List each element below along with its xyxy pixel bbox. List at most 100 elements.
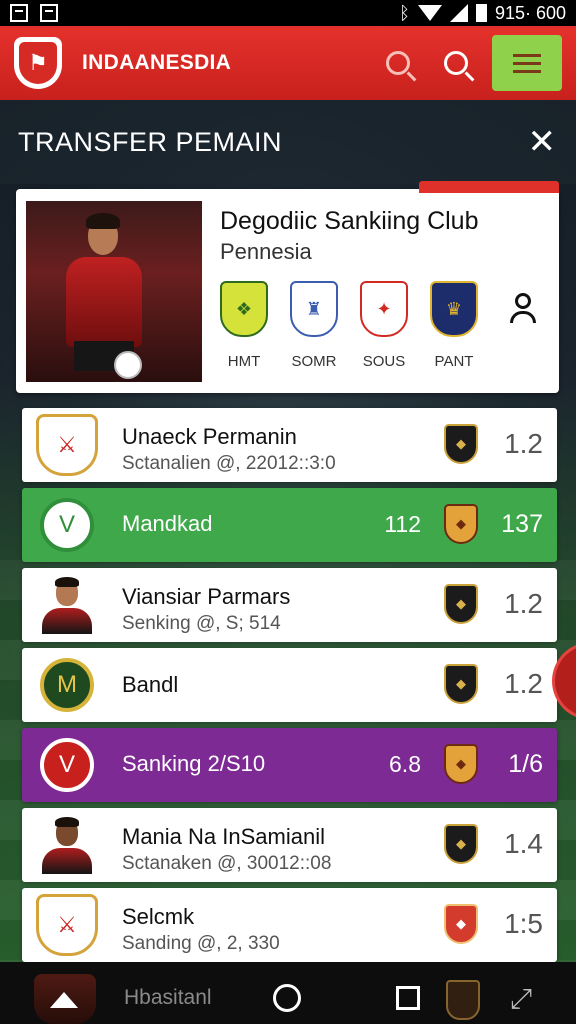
transfer-list: ⚔ Unaeck Permanin Sctanalien @, 22012::3… xyxy=(22,408,557,968)
search-icon xyxy=(444,51,468,75)
mail-notification-icon xyxy=(40,4,58,22)
app-header: ⚑ INDAANESDIA xyxy=(0,26,576,100)
crest-label: SOUS xyxy=(362,353,406,370)
row-title: Bandl xyxy=(122,672,179,697)
avatar-hair xyxy=(55,577,79,587)
row-title: Unaeck Permanin xyxy=(122,424,297,449)
recents-button[interactable] xyxy=(396,986,420,1010)
crest-label: HMT xyxy=(227,353,261,370)
back-icon[interactable] xyxy=(50,992,78,1008)
crest-somr[interactable]: ♜ SOMR xyxy=(290,281,338,370)
battery-icon xyxy=(475,4,487,22)
avatar: V xyxy=(34,736,100,794)
avatar-body xyxy=(42,848,92,874)
list-item[interactable]: V Mandkad 112 ◆ 137 xyxy=(22,488,557,562)
avatar: ⚔ xyxy=(34,414,100,476)
shield-crest-icon: ❖ xyxy=(220,281,268,337)
club-badge-icon: V xyxy=(40,738,94,792)
user-icon[interactable] xyxy=(508,293,538,323)
crest-label: SOMR xyxy=(291,353,337,370)
player-avatar xyxy=(34,576,100,634)
crest-label: PANT xyxy=(434,353,474,370)
row-subtitle: Senking @, S; 514 xyxy=(122,613,281,634)
advanced-search-button[interactable] xyxy=(434,41,478,85)
player-hair xyxy=(86,213,120,229)
row-value: 1.2 xyxy=(504,668,543,699)
team-crest-icon: ◆ xyxy=(444,584,478,624)
avatar: ⚔ xyxy=(34,894,100,956)
app-logo[interactable]: ⚑ xyxy=(14,37,62,89)
avatar: M xyxy=(34,656,100,714)
hamburger-icon-bar xyxy=(513,53,541,57)
row-title: Sanking 2/S10 xyxy=(122,751,266,776)
team-crest-icon: ◆ xyxy=(444,824,478,864)
list-item[interactable]: Mania Na InSamianil Sctanaken @, 30012::… xyxy=(22,808,557,882)
list-item[interactable]: ⚔ Selcmk Sanding @, 2, 330 ◆ 1:5 xyxy=(22,888,557,962)
row-title: Selcmk xyxy=(122,904,195,929)
status-system: ᛒ 915· 600 xyxy=(399,3,566,24)
team-crest-icon: ◆ xyxy=(444,744,478,784)
eagle-crest-icon: ✦ xyxy=(360,281,408,337)
team-crest-icon: ◆ xyxy=(444,904,478,944)
castle-crest-icon: ♜ xyxy=(290,281,338,337)
row-mid-value: 112 xyxy=(384,511,421,537)
player-photo xyxy=(26,201,202,382)
row-value: 1/6 xyxy=(508,750,543,778)
player-jersey xyxy=(66,257,142,347)
row-value: 1.2 xyxy=(504,588,543,619)
club-badge-icon: V xyxy=(40,498,94,552)
club-card[interactable]: Degodiic Sankiing Club Pennesia ❖ HMT ♜ … xyxy=(16,181,559,393)
row-subtitle: Sctanaken @, 30012::08 xyxy=(122,853,332,874)
close-icon[interactable]: ✕ xyxy=(528,125,557,159)
avatar: V xyxy=(34,496,100,554)
club-subtitle: Pennesia xyxy=(220,239,312,264)
avatar-hair xyxy=(55,817,79,827)
team-crest-icon xyxy=(446,980,480,1020)
row-title: Viansiar Parmars xyxy=(122,584,291,609)
search-button[interactable] xyxy=(376,41,420,85)
bottom-nav-label: Hbasitanl xyxy=(124,986,212,1009)
user-icon-body xyxy=(510,311,536,323)
home-button[interactable] xyxy=(273,984,301,1012)
football-icon xyxy=(114,351,142,379)
row-title: Mania Na InSamianil xyxy=(122,824,325,849)
list-item[interactable]: ⚔ Unaeck Permanin Sctanalien @, 22012::3… xyxy=(22,408,557,482)
row-subtitle: Sanding @, 2, 330 xyxy=(122,933,280,954)
image-notification-icon xyxy=(10,4,28,22)
club-badge-icon: ⚔ xyxy=(36,894,98,956)
row-title: Mandkad xyxy=(122,511,213,536)
crest-hmt[interactable]: ❖ HMT xyxy=(220,281,268,370)
list-item[interactable]: Viansiar Parmars Senking @, S; 514 ◆ 1.2 xyxy=(22,568,557,642)
row-value: 1.4 xyxy=(504,828,543,859)
signal-icon xyxy=(449,4,468,22)
expand-icon[interactable]: ⤢ xyxy=(506,984,536,1014)
row-mid-value: 6.8 xyxy=(389,751,421,777)
crest-pant[interactable]: ♛ PANT xyxy=(430,281,478,370)
row-subtitle: Sctanalien @, 22012::3:0 xyxy=(122,453,336,474)
wifi-icon xyxy=(417,5,442,21)
list-item[interactable]: V Sanking 2/S10 6.8 ◆ 1/6 xyxy=(22,728,557,802)
status-notifications xyxy=(10,4,58,22)
list-item[interactable]: M Bandl ◆ 1.2 xyxy=(22,648,557,722)
hamburger-icon-bar xyxy=(513,61,541,65)
bluetooth-icon: ᛒ xyxy=(399,2,410,23)
row-value: 137 xyxy=(501,510,543,538)
crest-sous[interactable]: ✦ SOUS xyxy=(360,281,408,370)
player-avatar xyxy=(34,816,100,874)
team-crest-icon: ◆ xyxy=(444,504,478,544)
team-crest-icon: ◆ xyxy=(444,664,478,704)
status-time: 915· 600 xyxy=(494,2,566,23)
club-badge-icon: M xyxy=(40,658,94,712)
club-crests: ❖ HMT ♜ SOMR ✦ SOUS ♛ PANT xyxy=(220,281,478,370)
avatar xyxy=(34,576,100,634)
panel-title-bar: TRANSFER PEMAIN ✕ xyxy=(0,100,576,184)
bottom-nav: Hbasitanl ⤢ xyxy=(0,962,576,1024)
row-value: 1:5 xyxy=(504,908,543,939)
panel-title: TRANSFER PEMAIN xyxy=(18,126,283,157)
menu-button[interactable] xyxy=(492,35,562,91)
status-bar: ᛒ 915· 600 xyxy=(0,0,576,26)
club-crest-icon: ⚑ xyxy=(19,42,57,84)
search-icon xyxy=(386,51,410,75)
team-crest-icon: ◆ xyxy=(444,424,478,464)
hamburger-icon-bar xyxy=(513,69,541,73)
